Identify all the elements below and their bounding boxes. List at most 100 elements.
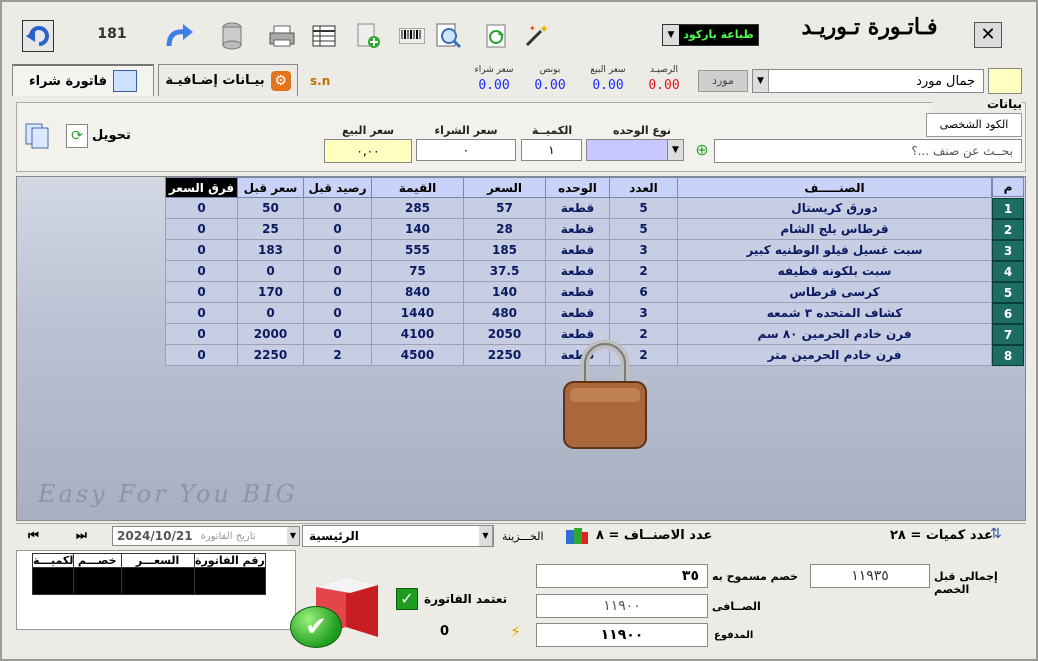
header-count[interactable]: العدد — [609, 177, 678, 198]
header-prev-balance[interactable]: رصيد قبل — [303, 177, 372, 198]
paid-input[interactable]: ١١٩٠٠ — [536, 623, 708, 647]
cell-price[interactable]: 2250 — [463, 344, 546, 366]
lightning-icon[interactable]: ⚡ — [510, 622, 528, 641]
supplier-code-field[interactable] — [988, 68, 1022, 94]
header-prev-price[interactable]: سعر قبل — [237, 177, 304, 198]
cell-item[interactable]: سبت غسيل فيلو الوطنيه كبير — [677, 239, 992, 261]
magic-wand-icon[interactable]: ✦ ✦ — [520, 20, 552, 52]
header-item[interactable]: الصنـــــف — [677, 177, 992, 198]
cell-diff[interactable]: 0 — [165, 344, 238, 366]
cell-count[interactable]: 2 — [609, 260, 678, 282]
cell-count[interactable]: 6 — [609, 281, 678, 303]
cell-price[interactable]: 480 — [463, 302, 546, 324]
invoice-date-field[interactable]: 2024/10/21 تاريخ الفاتورة ▼ — [112, 526, 300, 546]
cell-prev-price[interactable]: 25 — [237, 218, 304, 240]
cell-unit[interactable]: قطعة — [545, 218, 610, 240]
header-diff[interactable]: فرق السعر — [165, 177, 238, 198]
cell-diff[interactable]: 0 — [165, 218, 238, 240]
cell-item[interactable]: دورق كريستال — [677, 197, 992, 219]
cell-prev-price[interactable]: 170 — [237, 281, 304, 303]
sn-label[interactable]: s.n — [310, 74, 330, 88]
cell-item[interactable]: قرطاس بلج الشام — [677, 218, 992, 240]
add-document-icon[interactable] — [352, 20, 384, 52]
cell-value[interactable]: 4100 — [371, 323, 464, 345]
cell-item[interactable]: سبت بلكونه قطيفه — [677, 260, 992, 282]
cell-value[interactable]: 285 — [371, 197, 464, 219]
barcode-print-select[interactable]: ▼ طباعة باركود — [662, 24, 759, 46]
cell-count[interactable]: 3 — [609, 239, 678, 261]
table-row[interactable]: 0 25 0 140 28 قطعة 5 قرطاس بلج الشام — [165, 218, 992, 240]
cell-price[interactable]: 140 — [463, 281, 546, 303]
transfer-label[interactable]: تحويل — [92, 128, 131, 143]
row-number[interactable]: 7 — [992, 324, 1024, 345]
history-header-discount[interactable]: خصـــم — [73, 554, 121, 594]
cell-item[interactable]: فرن خادم الحرمين متر — [677, 344, 992, 366]
cell-prev-balance[interactable]: 0 — [303, 197, 372, 219]
history-header-invoice-no[interactable]: رقم الفاتورة — [193, 554, 265, 594]
cell-price[interactable]: 57 — [463, 197, 546, 219]
table-row[interactable]: 0 0 0 1440 480 قطعة 3 كشاف المتحده ٣ شمعه — [165, 302, 992, 324]
history-header-price[interactable]: السعـــر — [120, 554, 194, 594]
row-number[interactable]: 6 — [992, 303, 1024, 324]
cell-prev-balance[interactable]: 0 — [303, 323, 372, 345]
cell-unit[interactable]: قطعة — [545, 302, 610, 324]
purchase-price-input[interactable]: ٠ — [416, 139, 516, 161]
header-unit[interactable]: الوحده — [545, 177, 610, 198]
quantity-input[interactable]: ١ — [521, 139, 582, 161]
cell-item[interactable]: فرن خادم الحرمين ٨٠ سم — [677, 323, 992, 345]
allowed-discount-input[interactable]: ٣٥ — [536, 564, 708, 588]
search-document-icon[interactable] — [432, 20, 464, 52]
cell-item[interactable]: كشاف المتحده ٣ شمعه — [677, 302, 992, 324]
approve-checkbox[interactable]: ✓ — [396, 588, 418, 610]
table-row[interactable]: 0 183 0 555 185 قطعة 3 سبت غسيل فيلو الوطنيه كب… — [165, 239, 992, 261]
cell-unit[interactable]: قطعة — [545, 197, 610, 219]
cell-value[interactable]: 1440 — [371, 302, 464, 324]
refresh-icon[interactable]: ⟳ — [66, 124, 88, 148]
cell-prev-price[interactable]: 0 — [237, 260, 304, 282]
grid-icon[interactable] — [308, 20, 340, 52]
cell-value[interactable]: 140 — [371, 218, 464, 240]
table-row[interactable]: 0 0 0 75 37.5 قطعة 2 سبت بلكونه قطيفه — [165, 260, 992, 282]
header-price[interactable]: السعر — [463, 177, 546, 198]
cell-price[interactable]: 185 — [463, 239, 546, 261]
cell-diff[interactable]: 0 — [165, 302, 238, 324]
table-row[interactable]: 0 170 0 840 140 قطعة 6 كرسى قرطاس — [165, 281, 992, 303]
refresh-document-icon[interactable] — [480, 20, 512, 52]
supplier-select[interactable]: ▼ جمال مورد — [752, 69, 984, 93]
first-record-icon[interactable]: ⏮ — [28, 528, 44, 543]
cell-unit[interactable]: قطعة — [545, 281, 610, 303]
treasury-select[interactable]: ▼ الرئيسية — [302, 525, 494, 547]
sort-icon[interactable]: ⇅ — [990, 526, 1020, 546]
tab-extra-data[interactable]: بيـانات إضـافيـة ⚙ — [158, 64, 298, 96]
cell-value[interactable]: 75 — [371, 260, 464, 282]
cell-count[interactable]: 5 — [609, 218, 678, 240]
row-number[interactable]: 4 — [992, 261, 1024, 282]
row-number[interactable]: 3 — [992, 240, 1024, 261]
table-row[interactable]: 0 50 0 285 57 قطعة 5 دورق كريستال — [165, 197, 992, 219]
cell-prev-balance[interactable]: 0 — [303, 260, 372, 282]
tab-purchase-invoice[interactable]: فاتورة شراء — [12, 64, 154, 96]
cell-diff[interactable]: 0 — [165, 281, 238, 303]
cell-prev-balance[interactable]: 0 — [303, 281, 372, 303]
cell-unit[interactable]: قطعة — [545, 260, 610, 282]
cell-prev-price[interactable]: 183 — [237, 239, 304, 261]
header-value[interactable]: القيمة — [371, 177, 464, 198]
database-icon[interactable] — [216, 20, 248, 52]
cell-value[interactable]: 4500 — [371, 344, 464, 366]
row-number[interactable]: 2 — [992, 219, 1024, 240]
cell-diff[interactable]: 0 — [165, 197, 238, 219]
item-search-input[interactable]: بحــث عن صنف ...؟ — [714, 139, 1022, 163]
cell-prev-balance[interactable]: 0 — [303, 239, 372, 261]
close-icon[interactable]: ✕ — [974, 22, 1002, 48]
cell-prev-balance[interactable]: 0 — [303, 218, 372, 240]
row-number[interactable]: 1 — [992, 198, 1024, 219]
cell-prev-balance[interactable]: 0 — [303, 302, 372, 324]
cell-prev-price[interactable]: 0 — [237, 302, 304, 324]
cell-prev-price[interactable]: 2250 — [237, 344, 304, 366]
last-record-icon[interactable]: ⏭ — [76, 528, 92, 543]
cell-unit[interactable]: قطعة — [545, 239, 610, 261]
cell-prev-price[interactable]: 2000 — [237, 323, 304, 345]
approve-check-icon[interactable]: ✔ — [290, 606, 342, 648]
cell-count[interactable]: 5 — [609, 197, 678, 219]
cell-price[interactable]: 28 — [463, 218, 546, 240]
